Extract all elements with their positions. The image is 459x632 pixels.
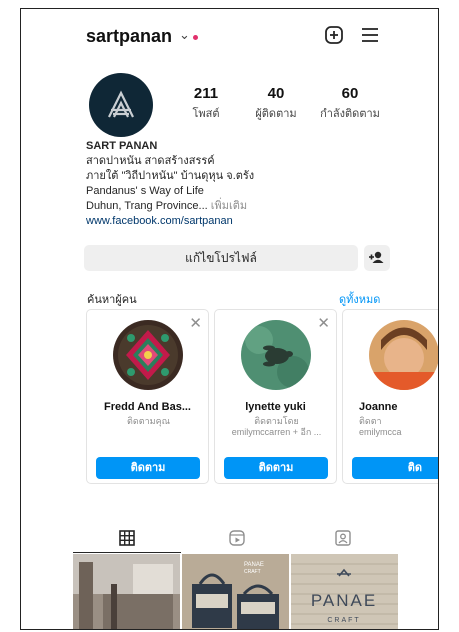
suggestion-card[interactable]: ✕ Fredd And Bas... ติดตามคุณ ติดตาม	[86, 309, 209, 484]
suggestion-avatar[interactable]	[113, 320, 183, 390]
follow-button[interactable]: ติด	[352, 457, 438, 479]
post-thumbnail[interactable]: PANAE CRAFT	[182, 554, 289, 629]
brand-wordmark: PANAE	[311, 591, 377, 610]
svg-text:CRAFT: CRAFT	[244, 569, 261, 575]
bio-line-2: ภายใต้ "วิถีปาหนัน" บ้านดุหุน จ.ตรัง	[86, 170, 255, 182]
suggestion-name: Joanne	[359, 401, 398, 413]
profile-header: sartpanan ⌄	[86, 23, 386, 53]
post-thumbnail[interactable]	[73, 554, 180, 629]
following-count: 60	[341, 85, 359, 102]
interior-photo-image	[73, 554, 180, 629]
add-user-icon	[369, 251, 384, 263]
suggestion-avatar[interactable]	[241, 320, 311, 390]
grid-icon[interactable]	[118, 529, 136, 547]
profile-bio: SART PANAN สาดปาหนัน สาดสร้างสรรค์ ภายใต…	[86, 139, 416, 229]
hamburger-menu-icon[interactable]	[360, 25, 380, 45]
suggestion-subtitle-line-1: ติดตามคุณ	[127, 416, 170, 426]
display-name: SART PANAN	[86, 140, 158, 152]
profile-avatar[interactable]	[89, 73, 153, 137]
username[interactable]: sartpanan	[86, 26, 172, 47]
tagged-icon[interactable]	[334, 529, 352, 547]
tote-bags-image: PANAE CRAFT	[182, 554, 289, 629]
suggestion-subtitle-line-2: emilymcca	[359, 427, 402, 437]
following-label: กำลังติดตาม	[320, 108, 380, 120]
close-icon[interactable]: ✕	[189, 314, 202, 332]
suggestion-subtitle-line-2: emilymccarren + อีก ...	[231, 427, 322, 437]
post-thumbnail[interactable]: PANAE CRAFT	[291, 554, 398, 629]
suggestion-subtitle-line-1: ติดตา	[359, 416, 382, 426]
posts-stat[interactable]: 211 โพสต์	[171, 85, 241, 122]
svg-text:PANAE: PANAE	[244, 562, 264, 568]
discover-people-title: ค้นหาผู้คน	[87, 294, 137, 306]
bio-line-3: Pandanus' s Way of Life	[86, 185, 204, 197]
suggestion-card[interactable]: ✕ lynette yuki ติดตามโดย emilymccarren +…	[214, 309, 337, 484]
see-all-link[interactable]: ดูทั้งหมด	[339, 290, 380, 308]
bio-line-1: สาดปาหนัน สาดสร้างสรรค์	[86, 155, 215, 167]
chevron-down-icon[interactable]: ⌄	[179, 27, 190, 43]
followers-label: ผู้ติดตาม	[255, 108, 297, 120]
discover-people-button[interactable]	[364, 245, 390, 271]
person-photo-image	[369, 320, 438, 390]
follow-button[interactable]: ติดตาม	[224, 457, 328, 479]
edit-profile-button[interactable]: แก้ไขโปรไฟล์	[84, 245, 358, 271]
suggestion-card[interactable]: Joanne ติดตา emilymcca ติด	[342, 309, 438, 484]
website-link[interactable]: www.facebook.com/sartpanan	[86, 214, 416, 229]
bio-line-4: Duhun, Trang Province...	[86, 200, 208, 212]
phone-screen: sartpanan ⌄ 211 โพสต์ 40 ผู้ติดตาม 60 กำ…	[20, 8, 439, 630]
woven-mat-logo-image: PANAE CRAFT	[291, 554, 398, 629]
close-icon[interactable]: ✕	[317, 314, 330, 332]
embroidered-pattern-image	[113, 320, 183, 390]
turtle-underwater-image	[241, 320, 311, 390]
followers-count: 40	[267, 85, 285, 102]
bio-line-4-row: Duhun, Trang Province... เพิ่มเติม	[86, 199, 416, 214]
brand-logo	[108, 90, 134, 118]
suggestion-subtitle: ติดตามโดย emilymccarren + อีก ...	[219, 416, 334, 438]
suggestion-subtitle-line-1: ติดตามโดย	[254, 416, 299, 426]
suggestion-subtitle: ติดตามคุณ	[91, 416, 206, 427]
suggestion-name: lynette yuki	[245, 401, 306, 413]
active-tab-indicator	[73, 552, 181, 553]
followers-stat[interactable]: 40 ผู้ติดตาม	[241, 85, 311, 122]
suggestion-subtitle: ติดตา emilymcca	[347, 416, 438, 438]
plus-square-icon[interactable]	[324, 25, 344, 45]
posts-label: โพสต์	[192, 108, 220, 120]
notification-dot	[193, 35, 198, 40]
suggestion-name: Fredd And Bas...	[104, 401, 191, 413]
follow-button[interactable]: ติดตาม	[96, 457, 200, 479]
posts-count: 211	[193, 85, 219, 102]
bio-more-link[interactable]: เพิ่มเติม	[211, 200, 247, 212]
suggestion-avatar[interactable]	[369, 320, 438, 390]
following-stat[interactable]: 60 กำลังติดตาม	[315, 85, 385, 122]
brand-subword: CRAFT	[327, 617, 360, 624]
reels-icon[interactable]	[228, 529, 246, 547]
